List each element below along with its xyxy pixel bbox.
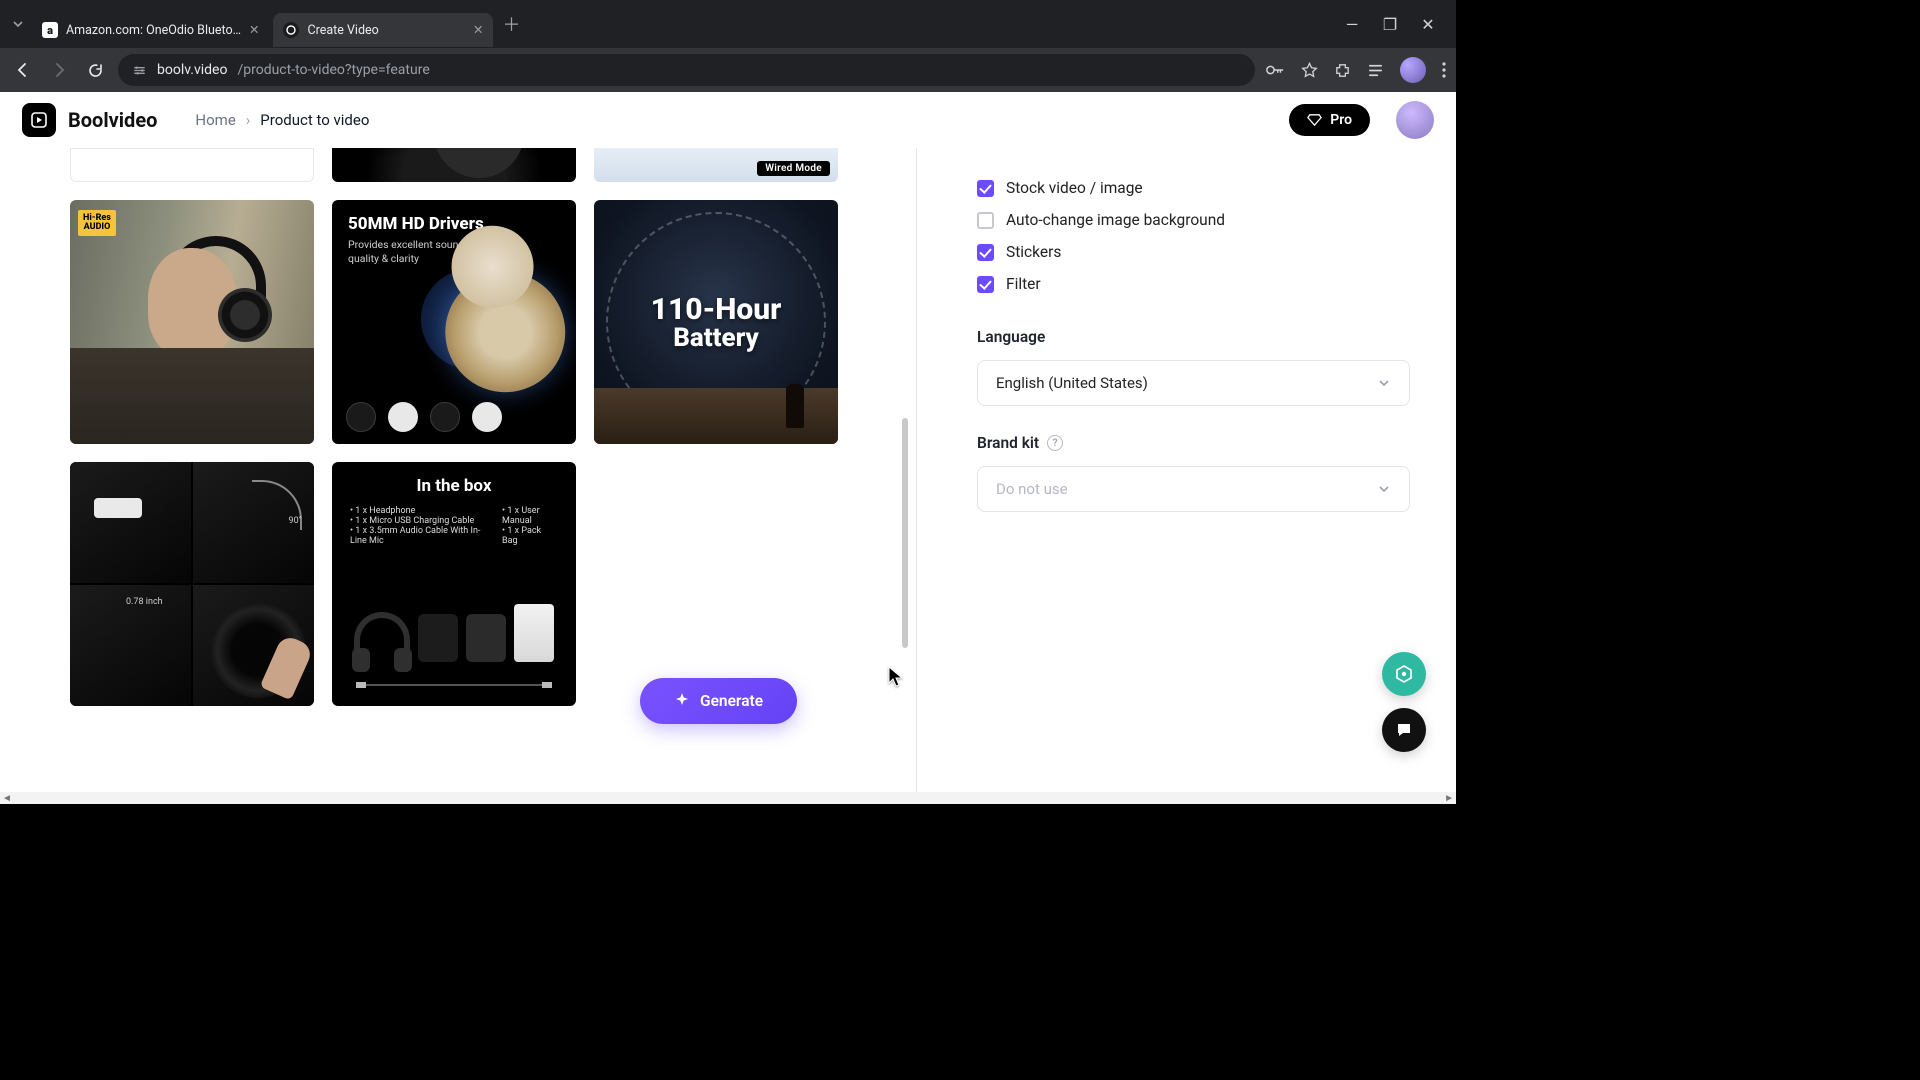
reload-button[interactable]	[82, 57, 108, 83]
bookmark-star-icon[interactable]	[1301, 62, 1318, 79]
back-button[interactable]	[10, 57, 36, 83]
generate-button[interactable]: Generate	[640, 678, 797, 724]
chevron-down-icon	[1377, 376, 1391, 390]
scroll-left-icon[interactable]: ◄	[2, 793, 12, 804]
wired-mode-badge: Wired Mode	[757, 161, 830, 176]
address-bar[interactable]: boolv.video/product-to-video?type=featur…	[118, 54, 1255, 86]
amazon-favicon-icon: a	[42, 22, 58, 38]
chevron-down-icon	[1377, 482, 1391, 496]
hires-audio-badge: Hi-ResAUDIO	[78, 210, 116, 236]
product-image-thumb[interactable]	[332, 148, 576, 182]
chrome-profile-avatar[interactable]	[1400, 57, 1426, 83]
product-image-thumb[interactable]: Wired Mode	[594, 148, 838, 182]
option-filter[interactable]: Filter	[977, 268, 1410, 300]
brandkit-select[interactable]: Do not use	[977, 466, 1410, 512]
brand-name[interactable]: Boolvideo	[68, 108, 157, 132]
chrome-menu-icon[interactable]	[1442, 62, 1446, 78]
product-image-inbox[interactable]: In the box 1 x Headphone1 x Micro USB Ch…	[332, 462, 576, 706]
checkbox-icon[interactable]	[977, 276, 994, 293]
site-settings-icon[interactable]	[132, 63, 147, 78]
product-image-details[interactable]: 90° 0.78 inch	[70, 462, 314, 706]
browser-tab-strip: a Amazon.com: OneOdio Blueto… ✕ Create V…	[0, 0, 1456, 48]
tab-amazon[interactable]: a Amazon.com: OneOdio Blueto… ✕	[32, 13, 269, 47]
chevron-right-icon: ›	[246, 111, 251, 129]
new-tab-button[interactable]: ＋	[497, 10, 525, 38]
url-path: /product-to-video?type=feature	[237, 62, 429, 78]
tab-search-dropdown[interactable]	[8, 18, 28, 30]
minimize-icon[interactable]: ―	[1342, 15, 1362, 34]
pro-label: Pro	[1330, 112, 1352, 128]
left-panel-scrollbar[interactable]	[902, 158, 908, 648]
sparkle-icon	[674, 693, 690, 709]
tab-create-video[interactable]: Create Video ✕	[273, 13, 493, 47]
close-tab-icon[interactable]: ✕	[473, 22, 483, 38]
option-stock-media[interactable]: Stock video / image	[977, 172, 1410, 204]
extensions-icon[interactable]	[1334, 62, 1351, 79]
option-auto-background[interactable]: Auto-change image background	[977, 204, 1410, 236]
language-select[interactable]: English (United States)	[977, 360, 1410, 406]
language-label: Language	[977, 328, 1410, 346]
breadcrumb-current: Product to video	[260, 111, 369, 129]
app-header: Boolvideo Home › Product to video Pro	[0, 92, 1456, 148]
reading-list-icon[interactable]	[1367, 62, 1384, 79]
close-tab-icon[interactable]: ✕	[249, 22, 259, 38]
boolv-favicon-icon	[283, 22, 299, 38]
horizontal-scrollbar[interactable]: ◄ ►	[0, 792, 1456, 804]
mouse-cursor-icon	[888, 666, 904, 688]
info-icon[interactable]: ?	[1047, 435, 1063, 451]
tab-title: Create Video	[307, 23, 378, 38]
url-host: boolv.video	[157, 62, 227, 78]
checkbox-icon[interactable]	[977, 180, 994, 197]
product-image-battery[interactable]: 110-Hour Battery	[594, 200, 838, 444]
option-stickers[interactable]: Stickers	[977, 236, 1410, 268]
forward-button[interactable]	[46, 57, 72, 83]
user-avatar[interactable]	[1396, 101, 1434, 139]
diamond-icon	[1307, 112, 1322, 127]
maximize-icon[interactable]: ❐	[1380, 15, 1400, 34]
breadcrumb-home[interactable]: Home	[195, 111, 235, 129]
window-controls: ― ❐ ✕	[1342, 15, 1448, 34]
checkbox-icon[interactable]	[977, 212, 994, 229]
scroll-right-icon[interactable]: ►	[1444, 793, 1454, 804]
brand-logo-icon[interactable]	[22, 103, 56, 137]
close-window-icon[interactable]: ✕	[1418, 15, 1438, 34]
browser-toolbar: boolv.video/product-to-video?type=featur…	[0, 48, 1456, 92]
brandkit-label: Brand kit ?	[977, 434, 1410, 452]
password-key-icon[interactable]	[1265, 62, 1285, 78]
breadcrumb: Home › Product to video	[195, 111, 369, 129]
product-images-panel: Wired Mode Hi-ResAUDIO 50MM HD Drivers P…	[0, 148, 916, 804]
tab-title: Amazon.com: OneOdio Blueto…	[66, 23, 241, 38]
upgrade-pro-button[interactable]: Pro	[1289, 104, 1370, 136]
settings-panel: Stock video / image Auto-change image ba…	[916, 148, 1456, 804]
chat-fab[interactable]	[1382, 708, 1426, 752]
help-assistant-fab[interactable]	[1382, 652, 1426, 696]
page: Boolvideo Home › Product to video Pro Wi…	[0, 92, 1456, 804]
checkbox-icon[interactable]	[977, 244, 994, 261]
product-image-lifestyle[interactable]: Hi-ResAUDIO	[70, 200, 314, 444]
product-image-thumb[interactable]	[70, 148, 314, 182]
product-image-drivers[interactable]: 50MM HD Drivers Provides excellent sound…	[332, 200, 576, 444]
